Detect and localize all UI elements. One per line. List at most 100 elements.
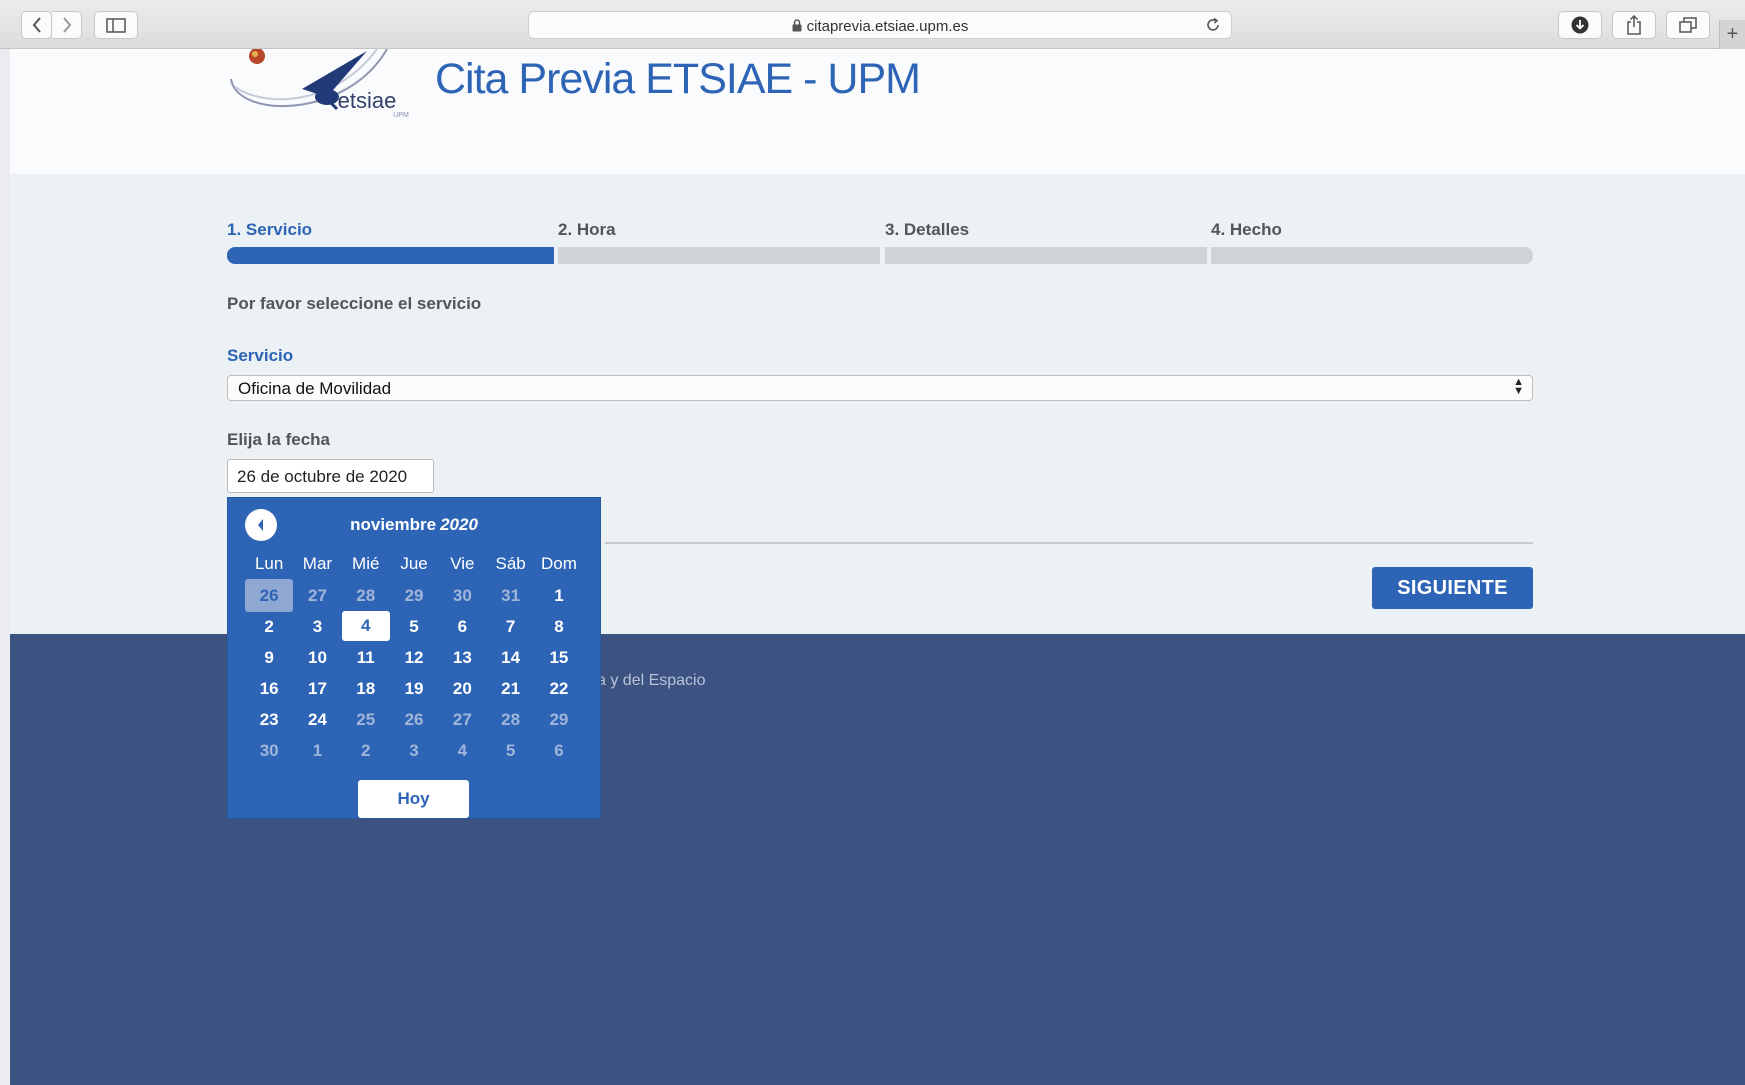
- calendar-day[interactable]: 11: [342, 642, 390, 673]
- calendar-day[interactable]: 21: [486, 673, 534, 704]
- calendar-day[interactable]: 15: [535, 642, 583, 673]
- calendar-day[interactable]: 20: [438, 673, 486, 704]
- calendar-day-number: 3: [312, 617, 323, 636]
- datepicker-title: noviembre 2020: [228, 515, 600, 535]
- weekday-label: Vie: [450, 554, 475, 573]
- svg-text:etsiae: etsiae: [338, 88, 397, 113]
- calendar-day-number: 12: [404, 648, 424, 667]
- today-button[interactable]: Hoy: [358, 780, 469, 818]
- calendar-day-number: 5: [409, 617, 419, 636]
- calendar-day[interactable]: 3: [390, 735, 438, 766]
- calendar-day-selected[interactable]: 26: [245, 579, 294, 612]
- step-servicio: 1. Servicio: [227, 220, 554, 264]
- calendar-day[interactable]: 13: [438, 642, 486, 673]
- step-progress: 1. Servicio 2. Hora 3. Detalles 4. Hecho: [227, 220, 1533, 264]
- calendar-day[interactable]: 7: [486, 611, 534, 642]
- calendar-day[interactable]: 30: [245, 735, 293, 766]
- site-header: etsiae UPM Cita Previa ETSIAE - UPM: [10, 48, 1745, 174]
- next-button[interactable]: SIGUIENTE: [1372, 567, 1533, 609]
- calendar-day[interactable]: 1: [535, 580, 583, 611]
- url-text: citaprevia.etsiae.upm.es: [806, 18, 969, 35]
- calendar-day-number: 29: [549, 710, 569, 729]
- page: etsiae UPM Cita Previa ETSIAE - UPM 1. S…: [10, 48, 1745, 1085]
- calendar-day[interactable]: 30: [438, 580, 486, 611]
- reload-icon[interactable]: [1205, 17, 1221, 33]
- calendar-day[interactable]: 4: [438, 735, 486, 766]
- share-icon: [1627, 15, 1641, 35]
- calendar-day[interactable]: 2: [342, 735, 390, 766]
- step-hora: 2. Hora: [558, 220, 880, 264]
- download-icon: [1571, 16, 1589, 34]
- sidebar-button[interactable]: [94, 11, 138, 39]
- calendar-day[interactable]: 8: [535, 611, 583, 642]
- calendar-day[interactable]: 1: [293, 735, 341, 766]
- chevron-right-icon: [62, 17, 71, 33]
- calendar-day[interactable]: 24: [293, 704, 341, 735]
- step-hecho: 4. Hecho: [1211, 220, 1533, 264]
- back-button[interactable]: [21, 11, 52, 39]
- calendar-day-number: 18: [356, 679, 376, 698]
- calendar-day[interactable]: 28: [486, 704, 534, 735]
- calendar-day[interactable]: 5: [390, 611, 438, 642]
- calendar-day[interactable]: 5: [486, 735, 534, 766]
- calendar-day-number: 28: [501, 710, 521, 729]
- tabs-icon: [1679, 17, 1697, 33]
- calendar-day[interactable]: 23: [245, 704, 293, 735]
- calendar-day[interactable]: 6: [535, 735, 583, 766]
- weekday-label: Sáb: [495, 554, 526, 573]
- calendar-day[interactable]: 29: [535, 704, 583, 735]
- step-label: 3. Detalles: [885, 220, 970, 239]
- calendar-day[interactable]: 14: [486, 642, 534, 673]
- calendar-day[interactable]: 27: [438, 704, 486, 735]
- calendar-day[interactable]: 31: [486, 580, 534, 611]
- datepicker-year: 2020: [440, 515, 478, 534]
- calendar-day[interactable]: 3: [293, 611, 341, 642]
- calendar-day-number: 7: [505, 617, 516, 636]
- step-label: 4. Hecho: [1211, 220, 1282, 239]
- calendar-day-number: 23: [259, 710, 279, 729]
- calendar-day-number: 27: [307, 586, 327, 605]
- share-button[interactable]: [1612, 11, 1656, 39]
- calendar-day-number: 6: [554, 741, 564, 760]
- step-bar: [227, 247, 554, 264]
- calendar-day[interactable]: 26: [390, 704, 438, 735]
- calendar-day[interactable]: 22: [535, 673, 583, 704]
- calendar-day[interactable]: 2: [245, 611, 293, 642]
- forward-button[interactable]: [52, 11, 82, 39]
- calendar-day[interactable]: 16: [245, 673, 293, 704]
- select-arrows-icon: ▲ ▼: [1513, 376, 1524, 397]
- calendar-day[interactable]: 12: [390, 642, 438, 673]
- datepicker: noviembre 2020 Lun Mar Mié Jue Vie Sáb Dom 26 27…: [227, 497, 601, 819]
- calendar-day[interactable]: 17: [293, 673, 341, 704]
- calendar-day[interactable]: 6: [438, 611, 486, 642]
- step-bar: [1211, 247, 1533, 264]
- sidebar-icon: [106, 17, 126, 33]
- etsiae-logo: etsiae UPM: [227, 48, 422, 121]
- date-input[interactable]: 26 de octubre de 2020: [227, 459, 434, 493]
- calendar-day-number: 14: [501, 648, 521, 667]
- service-select[interactable]: Oficina de Movilidad ▲ ▼: [227, 375, 1533, 401]
- downloads-button[interactable]: [1558, 11, 1602, 39]
- calendar-day[interactable]: 28: [342, 580, 390, 611]
- calendar-day-number: 6: [457, 617, 468, 636]
- calendar-day-number: 15: [549, 648, 569, 667]
- calendar-day[interactable]: 29: [390, 580, 438, 611]
- calendar-day-number: 17: [307, 679, 327, 698]
- calendar-day-today[interactable]: 4: [341, 611, 390, 642]
- calendar-day[interactable]: 10: [293, 642, 341, 673]
- calendar-grid: Lun Mar Mié Jue Vie Sáb Dom 26 27 28 29 30 31 1 2 3 4 5 6…: [245, 548, 583, 766]
- calendar-day[interactable]: 19: [390, 673, 438, 704]
- new-tab-button[interactable]: +: [1719, 20, 1745, 49]
- calendar-day[interactable]: 27: [293, 580, 341, 611]
- address-bar[interactable]: citaprevia.etsiae.upm.es: [528, 11, 1232, 39]
- weekday-label: Lun: [254, 554, 284, 573]
- calendar-day[interactable]: 18: [342, 673, 390, 704]
- weekday-label: Jue: [400, 554, 428, 573]
- calendar-day-number: 29: [404, 586, 424, 605]
- calendar-day[interactable]: 25: [342, 704, 390, 735]
- calendar-day[interactable]: 9: [245, 642, 293, 673]
- browser-toolbar: citaprevia.etsiae.upm.es +: [0, 0, 1745, 49]
- calendar-day-number: 20: [452, 679, 472, 698]
- tabs-button[interactable]: [1666, 11, 1710, 39]
- calendar-week-row: 23 24 25 26 27 28 29: [245, 704, 583, 735]
